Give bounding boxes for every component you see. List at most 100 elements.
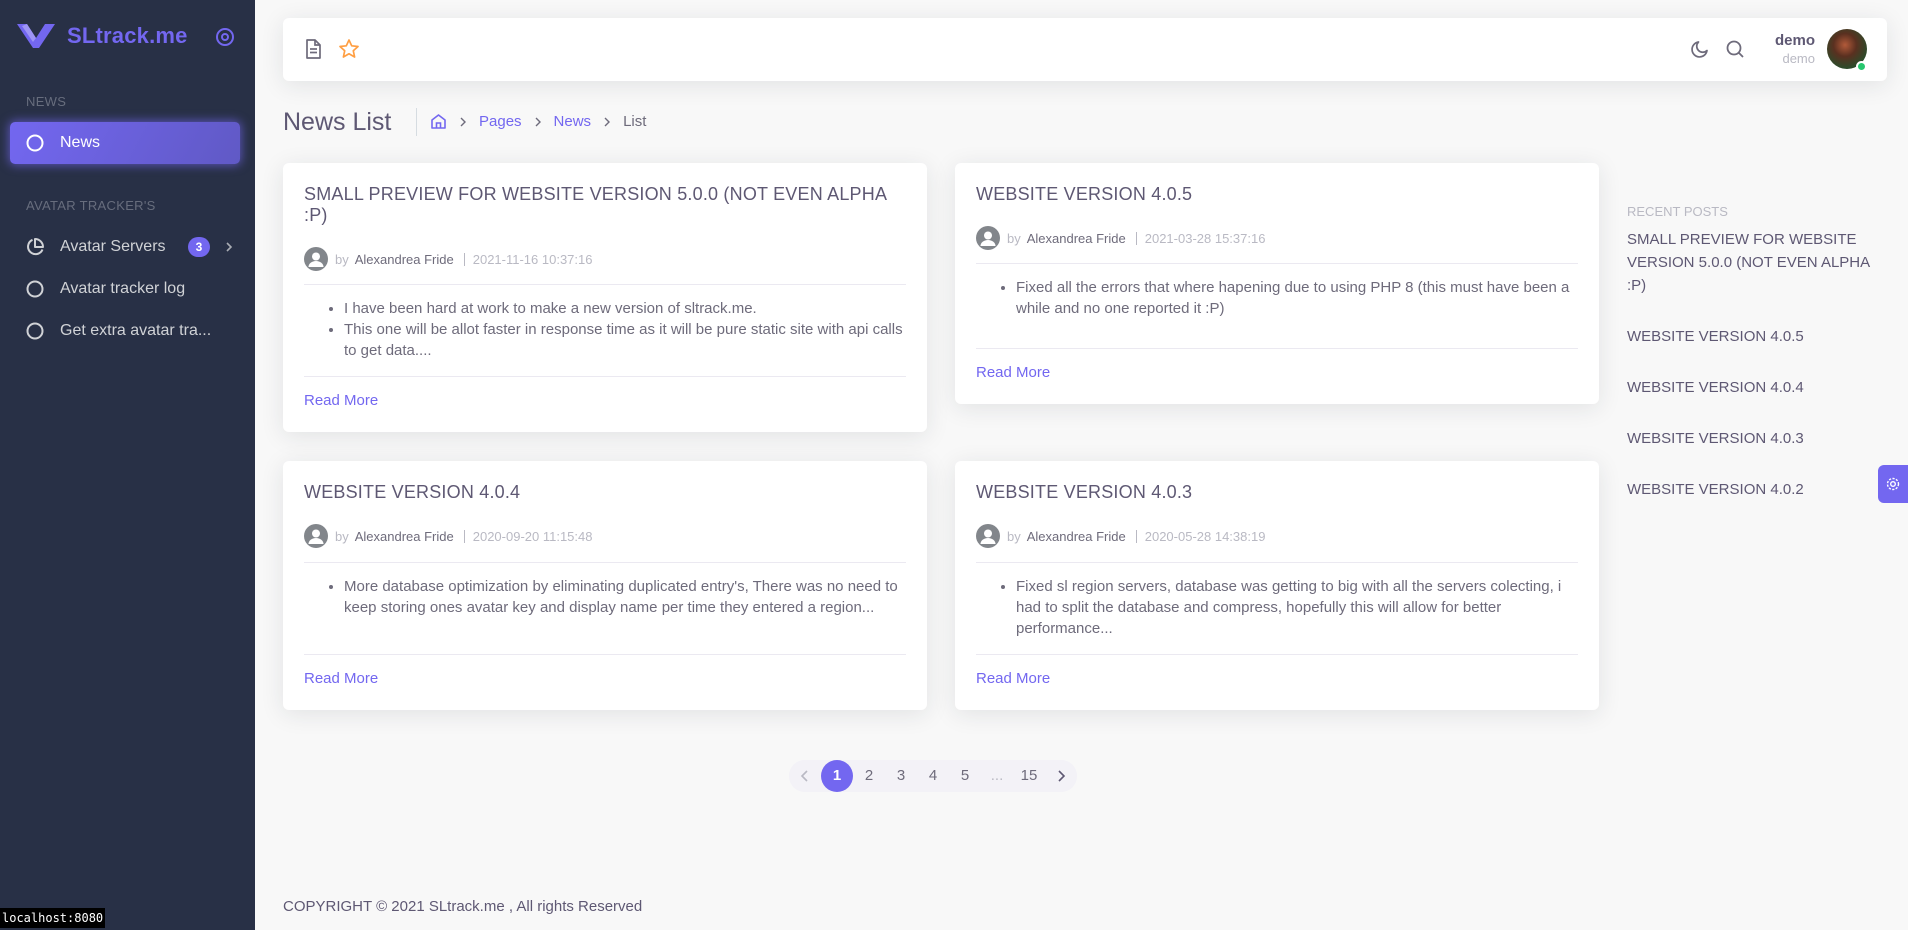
circle-icon [26, 280, 44, 298]
read-more-link[interactable]: Read More [304, 392, 378, 409]
breadcrumb-link-pages[interactable]: Pages [479, 113, 522, 130]
page-title: News List [283, 108, 392, 136]
pie-chart-icon [27, 238, 44, 256]
circle-icon [26, 134, 44, 152]
post-date: 2021-03-28 15:37:16 [1135, 231, 1265, 245]
pagination: 1 2 3 4 5 ... 15 [789, 760, 1077, 792]
news-card: SMALL PREVIEW FOR WEBSITE VERSION 5.0.0 … [283, 163, 927, 432]
footer-copyright: COPYRIGHT © 2021 SLtrack.me , All rights… [283, 898, 643, 915]
author-avatar [304, 247, 328, 271]
page-button[interactable]: 3 [885, 760, 917, 792]
list-item: This one will be allot faster in respons… [344, 319, 906, 361]
page-button[interactable]: 2 [853, 760, 885, 792]
post-meta: by Alexandrea Fride 2021-03-28 15:37:16 [976, 226, 1265, 250]
author-avatar [976, 524, 1000, 548]
post-author[interactable]: Alexandrea Fride [355, 252, 454, 267]
collapse-toggle-icon[interactable] [214, 26, 236, 48]
news-card: WEBSITE VERSION 4.0.4 by Alexandrea Frid… [283, 461, 927, 710]
sidebar-item-news[interactable]: News [10, 122, 240, 164]
by-label: by [1007, 528, 1021, 544]
sidebar-item-label: News [60, 134, 101, 151]
sidebar: SLtrack.me NEWS News AVATAR TRACKER'S Av… [0, 0, 255, 930]
divider [304, 562, 906, 563]
list-item: I have been hard at work to make a new v… [344, 298, 906, 319]
prev-page-button[interactable] [789, 760, 821, 792]
sidebar-item-label: Avatar tracker log [60, 280, 186, 297]
read-more-link[interactable]: Read More [976, 670, 1050, 687]
page-button[interactable]: 1 [821, 760, 853, 792]
post-summary: More database optimization by eliminatin… [344, 576, 906, 618]
moon-icon[interactable] [1689, 38, 1711, 60]
nav-header-news: NEWS [26, 94, 67, 109]
sidebar-item-avatar-servers[interactable]: Avatar Servers 3 [10, 226, 240, 268]
home-icon[interactable] [430, 113, 447, 130]
card-title[interactable]: WEBSITE VERSION 4.0.3 [976, 482, 1578, 503]
recent-post-link[interactable]: WEBSITE VERSION 4.0.3 [1627, 427, 1877, 450]
news-card: WEBSITE VERSION 4.0.5 by Alexandrea Frid… [955, 163, 1599, 404]
post-meta: by Alexandrea Fride 2020-09-20 11:15:48 [304, 524, 592, 548]
chevron-right-icon [226, 242, 233, 252]
nav-header-avatar-trackers: AVATAR TRACKER'S [26, 198, 156, 213]
online-status-dot [1856, 61, 1867, 72]
post-meta: by Alexandrea Fride 2021-11-16 10:37:16 [304, 247, 592, 271]
divider [976, 348, 1578, 349]
card-title[interactable]: WEBSITE VERSION 4.0.5 [976, 184, 1578, 205]
search-icon[interactable] [1724, 38, 1746, 60]
breadcrumb-link-news[interactable]: News [554, 113, 592, 130]
post-date: 2020-09-20 11:15:48 [463, 529, 592, 543]
breadcrumb-divider [416, 108, 417, 136]
by-label: by [335, 528, 349, 544]
by-label: by [335, 251, 349, 267]
post-summary: Fixed sl region servers, database was ge… [1016, 576, 1578, 639]
star-icon[interactable] [338, 38, 360, 60]
divider [304, 284, 906, 285]
chevron-right-icon [535, 117, 541, 126]
card-title[interactable]: SMALL PREVIEW FOR WEBSITE VERSION 5.0.0 … [304, 184, 906, 226]
next-page-button[interactable] [1045, 760, 1077, 792]
divider [976, 562, 1578, 563]
recent-post-link[interactable]: WEBSITE VERSION 4.0.2 [1627, 478, 1877, 501]
recent-post-link[interactable]: WEBSITE VERSION 4.0.4 [1627, 376, 1877, 399]
breadcrumb-current: List [623, 113, 647, 130]
post-author[interactable]: Alexandrea Fride [1027, 231, 1126, 246]
sidebar-item-label: Avatar Servers [60, 238, 166, 255]
page-ellipsis: ... [990, 767, 1004, 784]
page-button[interactable]: 15 [1013, 760, 1045, 792]
circle-icon [26, 322, 44, 340]
sidebar-item-avatar-tracker-log[interactable]: Avatar tracker log [10, 268, 240, 310]
post-date: 2021-11-16 10:37:16 [463, 252, 592, 266]
read-more-link[interactable]: Read More [304, 670, 378, 687]
author-avatar [976, 226, 1000, 250]
top-navbar: demo demo [283, 18, 1887, 81]
post-summary: Fixed all the errors that where hapening… [1016, 277, 1578, 319]
list-item: Fixed all the errors that where hapening… [1016, 277, 1578, 319]
page-button[interactable]: 5 [949, 760, 981, 792]
chevron-left-icon [800, 770, 808, 782]
browser-status-url: localhost:8080 [0, 908, 106, 928]
recent-post-link[interactable]: SMALL PREVIEW FOR WEBSITE VERSION 5.0.0 … [1627, 228, 1877, 297]
post-summary: I have been hard at work to make a new v… [344, 298, 906, 361]
recent-posts-header: RECENT POSTS [1627, 204, 1728, 219]
user-name[interactable]: demo [1775, 32, 1815, 49]
divider [976, 654, 1578, 655]
page-button[interactable]: 4 [917, 760, 949, 792]
chevron-right-icon [1058, 770, 1066, 782]
post-author[interactable]: Alexandrea Fride [355, 529, 454, 544]
customizer-toggle[interactable] [1878, 465, 1908, 503]
count-badge: 3 [188, 237, 210, 257]
read-more-link[interactable]: Read More [976, 364, 1050, 381]
breadcrumb: Pages News List [430, 113, 646, 130]
sidebar-item-get-extra-avatar-tracker[interactable]: Get extra avatar tra... [10, 310, 240, 352]
list-item: More database optimization by eliminatin… [344, 576, 906, 618]
post-author[interactable]: Alexandrea Fride [1027, 529, 1126, 544]
recent-post-link[interactable]: WEBSITE VERSION 4.0.5 [1627, 325, 1877, 348]
news-card: WEBSITE VERSION 4.0.3 by Alexandrea Frid… [955, 461, 1599, 710]
divider [976, 263, 1578, 264]
divider [304, 654, 906, 655]
author-avatar [304, 524, 328, 548]
file-text-icon[interactable] [302, 38, 324, 60]
brand-link[interactable]: SLtrack.me [17, 20, 188, 52]
brand-name: SLtrack.me [67, 23, 188, 48]
card-title[interactable]: WEBSITE VERSION 4.0.4 [304, 482, 906, 503]
by-label: by [1007, 230, 1021, 246]
